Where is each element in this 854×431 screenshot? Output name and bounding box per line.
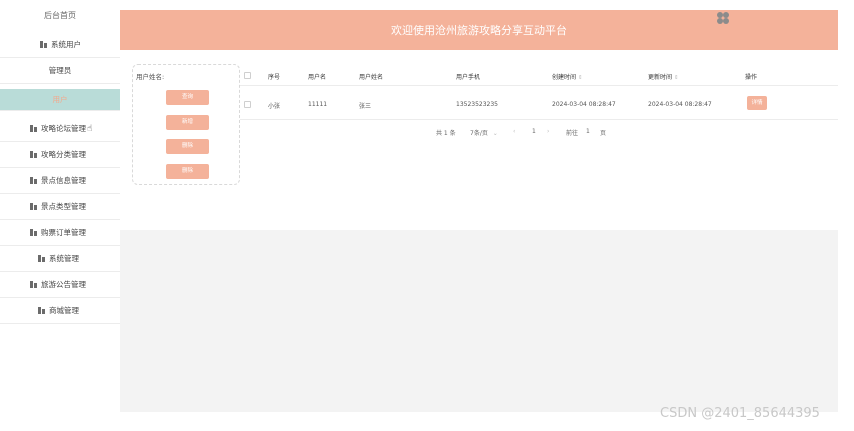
menu-icon (30, 125, 37, 132)
filter-box: 用户姓名: 查询 新增 删除 删除 (132, 64, 240, 185)
menu-icon (40, 41, 47, 48)
detail-button[interactable]: 详情 (747, 96, 767, 110)
remove-button[interactable]: 删除 (166, 164, 209, 179)
page: 后台首页 系统用户 管理员 用户 攻略论坛管理 ☝ 攻略分类管理 景点信息管理 … (0, 0, 854, 431)
sidebar-item-label: 系统管理 (49, 254, 79, 263)
sidebar-item-announcements[interactable]: 旅游公告管理 (0, 272, 120, 298)
column-header-actions: 操作 (745, 74, 758, 81)
sidebar-item-label: 系统用户 (51, 40, 81, 49)
cell-phone: 13523523235 (456, 101, 498, 108)
column-header-index: 序号 (268, 74, 281, 81)
prev-page-icon[interactable]: ‹ (513, 128, 515, 135)
menu-icon (30, 281, 37, 288)
column-header-phone: 用户手机 (456, 74, 481, 81)
page-number-current[interactable]: 1 (532, 128, 536, 135)
sidebar-item-users[interactable]: 用户 (0, 89, 120, 111)
sort-icon[interactable]: ⇕ (578, 75, 583, 81)
cell-username: 11111 (308, 101, 328, 108)
watermark: CSDN @2401_85644395 (660, 406, 820, 421)
sidebar-item-scenic-info[interactable]: 景点信息管理 (0, 168, 120, 194)
menu-icon (38, 307, 45, 314)
hand-cursor-icon: ☝ (87, 123, 93, 134)
delete-button[interactable]: 删除 (166, 139, 209, 154)
sidebar-item-mall[interactable]: 商城管理 (0, 298, 120, 324)
menu-icon (30, 229, 37, 236)
header-divider (240, 85, 838, 86)
page-size-value: 7条/页 (470, 130, 488, 137)
name-search-input[interactable] (177, 69, 237, 81)
sidebar: 后台首页 系统用户 管理员 用户 攻略论坛管理 ☝ 攻略分类管理 景点信息管理 … (0, 0, 120, 431)
cell-created: 2024-03-04 08:28:47 (552, 101, 616, 108)
sidebar-item-admin[interactable]: 管理员 (0, 58, 120, 84)
list-panel: 用户姓名: 查询 新增 删除 删除 序号 用户名 用户姓名 用户手机 创建时间 ⇕… (120, 50, 838, 230)
sidebar-item-scenic-type[interactable]: 景点类型管理 (0, 194, 120, 220)
column-header-label: 更新时间 (648, 74, 673, 81)
sidebar-item-system[interactable]: 系统管理 (0, 246, 120, 272)
pager-total: 共 1 条 (436, 130, 456, 137)
menu-icon (30, 203, 37, 210)
search-button[interactable]: 查询 (166, 90, 209, 105)
sidebar-item-ticket-orders[interactable]: 购票订单管理 (0, 220, 120, 246)
chevron-down-icon: ⌄ (492, 130, 498, 137)
menu-icon (30, 177, 37, 184)
next-page-icon[interactable]: › (547, 128, 549, 135)
sidebar-item-forum[interactable]: 攻略论坛管理 ☝ (0, 116, 120, 142)
sidebar-item-label: 购票订单管理 (41, 228, 86, 237)
column-header-updated[interactable]: 更新时间 ⇕ (648, 72, 679, 81)
filter-name-label: 用户姓名: (136, 73, 165, 81)
column-header-name: 用户姓名 (359, 74, 384, 81)
goto-label: 前往 (566, 130, 579, 137)
sidebar-item-label: 商城管理 (49, 306, 79, 315)
sidebar-item-strategy-category[interactable]: 攻略分类管理 (0, 142, 120, 168)
row-divider (240, 119, 838, 120)
header-title: 欢迎使用沧州旅游攻略分享互动平台 (391, 24, 567, 37)
column-header-username: 用户名 (308, 74, 327, 81)
menu-icon (30, 151, 37, 158)
sidebar-brand[interactable]: 后台首页 (0, 0, 120, 32)
page-size-select[interactable]: 7条/页 ⌄ (470, 128, 498, 137)
sidebar-item-label: 攻略分类管理 (41, 150, 86, 159)
cell-name: 张三 (359, 103, 372, 110)
goto-page-input[interactable]: 1 (586, 128, 590, 135)
select-all-checkbox[interactable] (244, 72, 251, 79)
menu-icon (38, 255, 45, 262)
cell-index: 小张 (268, 103, 281, 110)
main-content: 用户姓名: 查询 新增 删除 删除 序号 用户名 用户姓名 用户手机 创建时间 ⇕… (120, 50, 838, 412)
sidebar-item-label: 景点信息管理 (41, 176, 86, 185)
row-checkbox[interactable] (244, 101, 251, 108)
add-button[interactable]: 新增 (166, 115, 209, 130)
user-avatar-icon[interactable] (716, 12, 730, 26)
sidebar-item-label: 攻略论坛管理 (41, 124, 86, 133)
column-header-created[interactable]: 创建时间 ⇕ (552, 72, 583, 81)
cell-updated: 2024-03-04 08:28:47 (648, 101, 712, 108)
sidebar-item-label: 景点类型管理 (41, 202, 86, 211)
sidebar-item-system-users[interactable]: 系统用户 (0, 32, 120, 58)
page-unit-label: 页 (600, 130, 607, 137)
column-header-label: 创建时间 (552, 74, 577, 81)
sidebar-item-label: 旅游公告管理 (41, 280, 86, 289)
top-header: 欢迎使用沧州旅游攻略分享互动平台 (120, 10, 838, 50)
sort-icon[interactable]: ⇕ (674, 75, 679, 81)
